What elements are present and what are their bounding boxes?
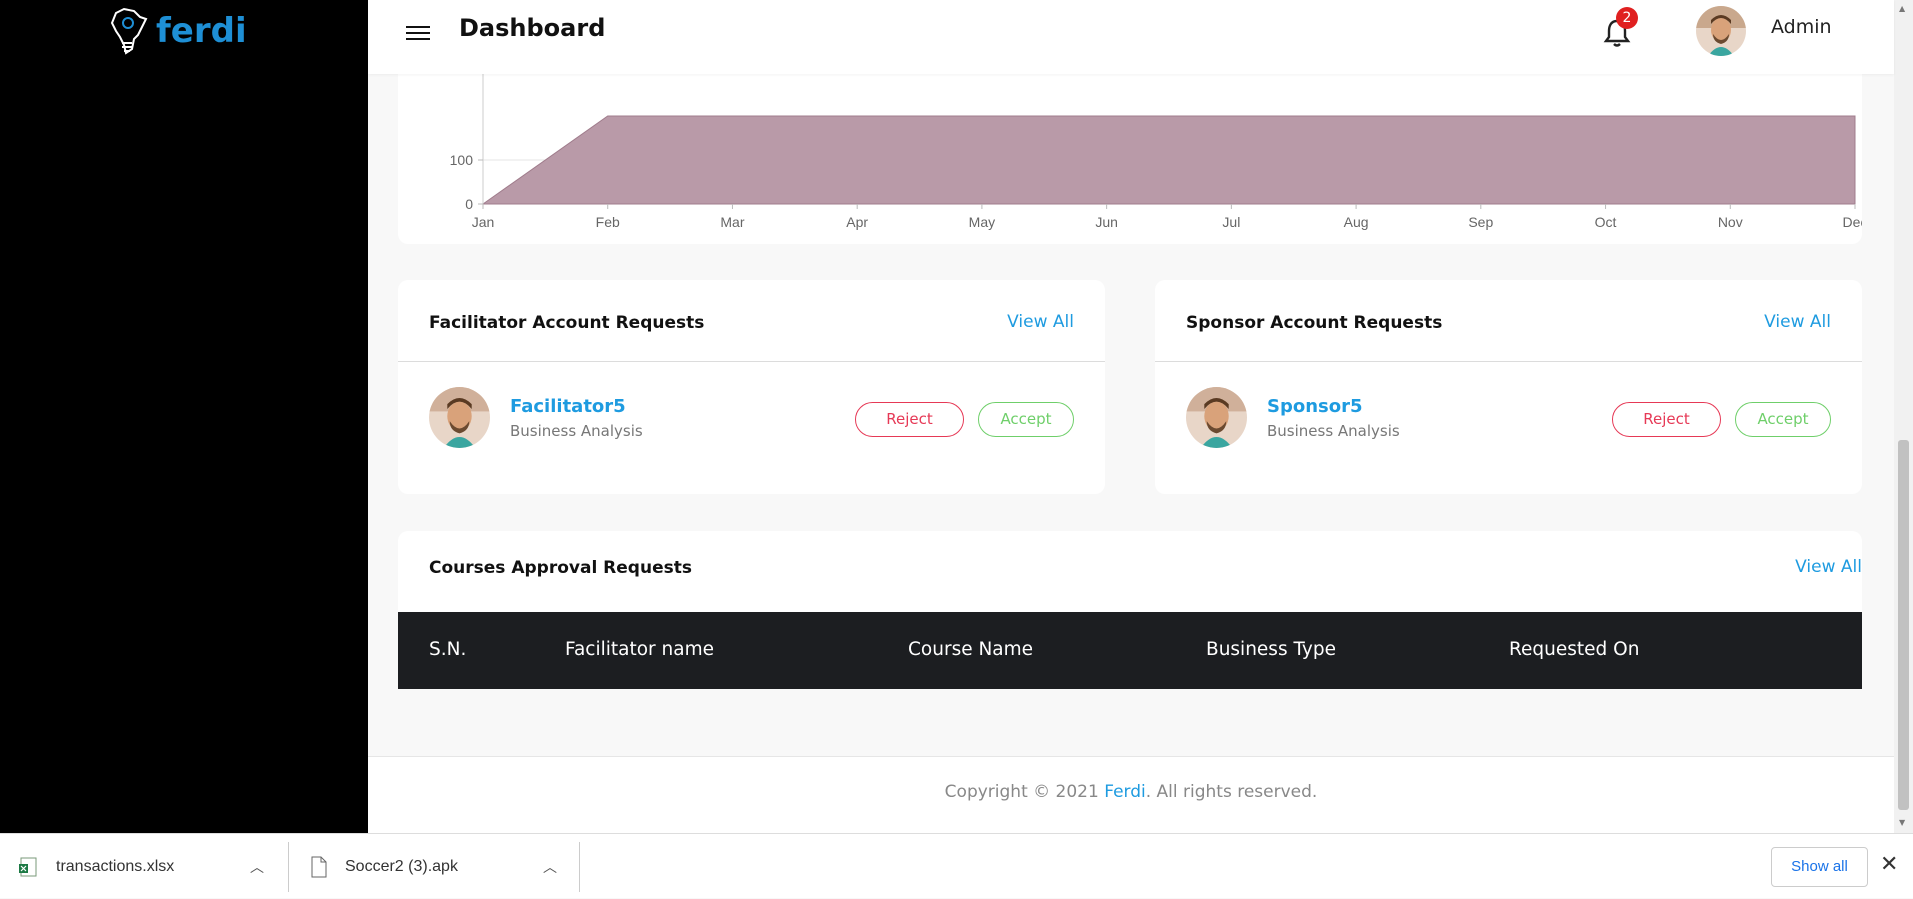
reject-button[interactable]: Reject <box>1612 402 1721 437</box>
x-tick-label: Dec <box>1843 214 1862 230</box>
series-area <box>481 115 1856 205</box>
column-header: S.N. <box>429 639 467 660</box>
vertical-scrollbar[interactable]: ▲ ▼ <box>1894 0 1913 833</box>
file-icon <box>311 856 327 877</box>
divider <box>1155 361 1862 362</box>
copyright-text: Copyright © 2021 Ferdi. All rights reser… <box>368 782 1894 802</box>
copyright-prefix: Copyright © 2021 <box>944 782 1105 802</box>
view-all-link[interactable]: View All <box>1007 312 1074 332</box>
x-tick-label: Jan <box>472 214 495 230</box>
download-bar: transactions.xlsx ︿ Soccer2 (3).apk ︿ Sh… <box>0 833 1913 898</box>
download-item[interactable]: Soccer2 (3).apk ︿ <box>310 834 570 899</box>
card-title: Courses Approval Requests <box>429 558 692 578</box>
copyright-suffix: . All rights reserved. <box>1145 782 1318 802</box>
user-name[interactable]: Admin <box>1771 16 1832 38</box>
facilitator-name-link[interactable]: Facilitator5 <box>510 396 626 417</box>
area-chart: 0 100 Jan Feb Mar Apr May Jun Jul Aug Sep Oct Nov Dec <box>450 74 1867 230</box>
show-all-button[interactable]: Show all <box>1771 847 1868 887</box>
column-header: Business Type <box>1206 639 1336 660</box>
facilitator-subtitle: Business Analysis <box>510 422 643 440</box>
spreadsheet-file-icon <box>19 857 37 876</box>
x-tick-label: Aug <box>1344 214 1369 230</box>
scroll-down-icon[interactable]: ▼ <box>1899 818 1905 827</box>
scroll-up-icon[interactable]: ▲ <box>1899 4 1905 13</box>
sidebar: ferdi <box>0 0 368 833</box>
brand-name: ferdi <box>156 11 247 51</box>
page-title: Dashboard <box>459 14 606 42</box>
view-all-link[interactable]: View All <box>1764 312 1831 332</box>
top-bar: Dashboard 2 Admin <box>368 0 1894 74</box>
sponsor-subtitle: Business Analysis <box>1267 422 1400 440</box>
table-header: S.N. Facilitator name Course Name Busine… <box>398 612 1862 689</box>
x-tick-label: Oct <box>1595 214 1617 230</box>
y-tick-label: 100 <box>450 152 474 168</box>
footer-brand-link[interactable]: Ferdi <box>1104 782 1146 802</box>
x-tick-label: May <box>969 214 995 230</box>
download-filename: Soccer2 (3).apk <box>345 857 458 875</box>
x-tick-label: Sep <box>1468 214 1493 230</box>
sponsor-requests-card: Sponsor Account Requests View All Sponso… <box>1155 280 1862 494</box>
scrollbar-thumb[interactable] <box>1898 440 1909 810</box>
column-header: Requested On <box>1509 639 1640 660</box>
accept-button[interactable]: Accept <box>978 402 1074 437</box>
revenue-chart-card: 0 100 Jan Feb Mar Apr May Jun Jul Aug Sep Oct Nov Dec <box>398 54 1867 244</box>
reject-button[interactable]: Reject <box>855 402 964 437</box>
x-tick-label: Jun <box>1095 214 1118 230</box>
chevron-up-icon[interactable]: ︿ <box>543 857 557 877</box>
x-tick-label: Jul <box>1222 214 1240 230</box>
course-requests-card: Courses Approval Requests View All S.N. … <box>398 531 1862 689</box>
user-avatar[interactable] <box>1696 6 1746 56</box>
facilitator-avatar <box>429 387 490 448</box>
x-tick-label: Apr <box>846 214 868 230</box>
card-title: Facilitator Account Requests <box>429 313 705 333</box>
divider <box>398 361 1105 362</box>
sponsor-avatar <box>1186 387 1247 448</box>
sponsor-name-link[interactable]: Sponsor5 <box>1267 396 1363 417</box>
x-tick-label: Nov <box>1718 214 1743 230</box>
download-filename: transactions.xlsx <box>56 857 175 875</box>
accept-button[interactable]: Accept <box>1735 402 1831 437</box>
column-header: Course Name <box>908 639 1034 660</box>
x-tick-label: Mar <box>720 214 744 230</box>
notification-badge: 2 <box>1616 7 1638 29</box>
y-tick-label: 0 <box>465 196 473 212</box>
column-header: Facilitator name <box>565 639 714 660</box>
close-icon[interactable]: ✕ <box>1880 852 1898 877</box>
brand-logo[interactable]: ferdi <box>106 5 247 57</box>
main-content: 0 100 Jan Feb Mar Apr May Jun Jul Aug Sep Oct Nov Dec… <box>368 54 1894 833</box>
card-title: Sponsor Account Requests <box>1186 313 1443 333</box>
divider <box>288 842 289 892</box>
divider <box>579 842 580 892</box>
x-tick-label: Feb <box>596 214 620 230</box>
view-all-link[interactable]: View All <box>1795 557 1862 577</box>
footer: Copyright © 2021 Ferdi. All rights reser… <box>368 756 1894 833</box>
download-item[interactable]: transactions.xlsx ︿ <box>18 834 278 899</box>
africa-bulb-logo-icon <box>110 7 148 55</box>
menu-toggle-icon[interactable] <box>406 22 430 42</box>
facilitator-requests-card: Facilitator Account Requests View All Fa… <box>398 280 1105 494</box>
chevron-up-icon[interactable]: ︿ <box>250 857 264 877</box>
